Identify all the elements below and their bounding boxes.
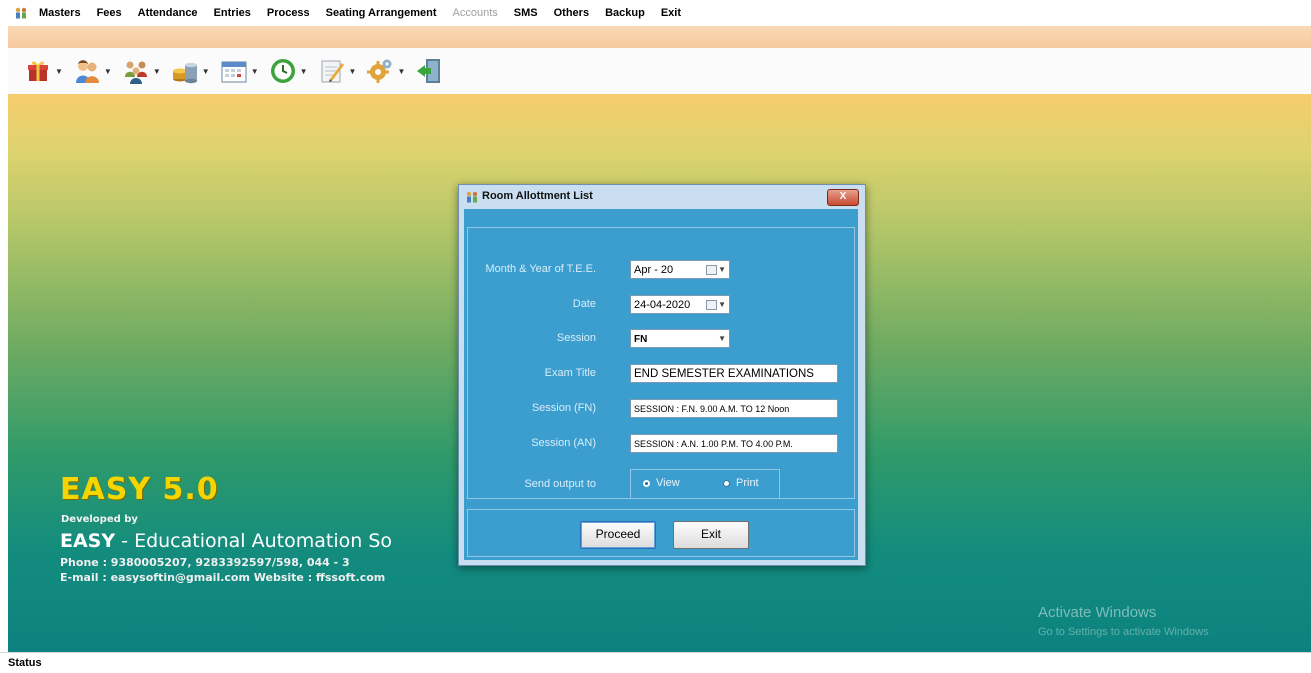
developed-by-label: Developed by bbox=[61, 514, 138, 525]
menu-attendance[interactable]: Attendance bbox=[130, 7, 206, 19]
output-radio-group: View Print bbox=[630, 469, 780, 499]
dialog-title: Room Allottment List bbox=[482, 190, 593, 202]
menu-masters[interactable]: Masters bbox=[31, 7, 89, 19]
dialog-button-group: Proceed Exit bbox=[467, 509, 855, 557]
exam-title-label: Exam Title bbox=[544, 367, 596, 379]
calendar-dropdown-icon[interactable]: ▼ bbox=[706, 298, 726, 311]
month-year-label: Month & Year of T.E.E. bbox=[485, 263, 596, 275]
toolbar-group-button[interactable]: ▼ bbox=[122, 57, 161, 85]
session-an-label: Session (AN) bbox=[531, 437, 596, 449]
chevron-down-icon[interactable]: ▼ bbox=[104, 67, 112, 76]
date-value: 24-04-2020 bbox=[634, 299, 691, 311]
menu-others[interactable]: Others bbox=[546, 7, 597, 19]
session-an-input[interactable]: SESSION : A.N. 1.00 P.M. TO 4.00 P.M. bbox=[630, 434, 838, 453]
chevron-down-icon[interactable]: ▼ bbox=[251, 67, 259, 76]
toolbar-clock-button[interactable]: ▼ bbox=[269, 57, 308, 85]
brand-name: EASY bbox=[60, 530, 116, 552]
gift-icon bbox=[28, 61, 48, 81]
brand-rest: - Educational Automation So bbox=[115, 530, 393, 552]
menu-backup[interactable]: Backup bbox=[597, 7, 653, 19]
menu-seating-arrangement[interactable]: Seating Arrangement bbox=[318, 7, 445, 19]
session-fn-label: Session (FN) bbox=[531, 402, 596, 414]
status-text: Status bbox=[8, 657, 42, 669]
menu-process[interactable]: Process bbox=[259, 7, 318, 19]
month-year-picker[interactable]: Apr - 20 ▼ bbox=[630, 260, 730, 279]
toolbar-users-button[interactable]: ▼ bbox=[73, 57, 112, 85]
email-website-text: E-mail : easysoftin@gmail.com Website : … bbox=[60, 571, 386, 584]
session-select[interactable]: FN ▼ bbox=[630, 329, 730, 348]
dialog-form-group: Month & Year of T.E.E. Apr - 20 ▼ Date 2… bbox=[467, 227, 855, 499]
toolbar-calendar-button[interactable]: ▼ bbox=[220, 57, 259, 85]
app-people-icon bbox=[15, 7, 27, 19]
date-label: Date bbox=[572, 298, 596, 310]
menu-bar: Masters Fees Attendance Entries Process … bbox=[0, 0, 1311, 26]
session-fn-input[interactable]: SESSION : F.N. 9.00 A.M. TO 12 Noon bbox=[630, 399, 838, 418]
close-icon: X bbox=[839, 191, 847, 202]
clock-icon bbox=[270, 59, 295, 83]
menu-entries[interactable]: Entries bbox=[206, 7, 259, 19]
radio-view[interactable]: View bbox=[643, 477, 680, 489]
chevron-down-icon[interactable]: ▼ bbox=[153, 67, 161, 76]
chevron-down-icon[interactable]: ▼ bbox=[55, 67, 63, 76]
chevron-down-icon[interactable]: ▼ bbox=[202, 67, 210, 76]
chevron-down-icon[interactable]: ▼ bbox=[300, 67, 308, 76]
people-icon bbox=[466, 191, 478, 203]
radio-selected-icon bbox=[643, 479, 650, 487]
radio-unselected-icon bbox=[723, 479, 730, 487]
toolbar-settings-button[interactable]: ▼ bbox=[366, 57, 405, 85]
phone-text: Phone : 9380005207, 9283392597/598, 044 … bbox=[60, 556, 350, 569]
activate-windows-subtext: Go to Settings to activate Windows bbox=[1038, 626, 1209, 638]
close-button[interactable]: X bbox=[827, 189, 859, 206]
menu-sms[interactable]: SMS bbox=[506, 7, 546, 19]
toolbar: ▼ ▼ ▼ ▼ ▼ ▼ ▼ ▼ bbox=[8, 48, 1311, 95]
radio-view-label: View bbox=[656, 477, 680, 489]
menu-accounts: Accounts bbox=[452, 7, 498, 19]
session-value: FN bbox=[634, 334, 648, 345]
calendar-icon bbox=[221, 61, 247, 83]
exam-title-input[interactable]: END SEMESTER EXAMINATIONS bbox=[630, 364, 838, 383]
brand-line: EASY - Educational Automation So bbox=[60, 530, 392, 552]
room-allotment-dialog: Room Allottment List X Month & Year of T… bbox=[458, 184, 866, 566]
notepad-icon bbox=[321, 60, 344, 83]
group-icon bbox=[124, 61, 147, 84]
proceed-button[interactable]: Proceed bbox=[580, 521, 656, 549]
status-bar: Status bbox=[0, 652, 1311, 673]
chevron-down-icon[interactable]: ▼ bbox=[397, 67, 405, 76]
header-band bbox=[8, 26, 1311, 48]
menu-fees[interactable]: Fees bbox=[89, 7, 130, 19]
send-output-label: Send output to bbox=[524, 478, 596, 490]
dialog-titlebar[interactable]: Room Allottment List X bbox=[459, 185, 865, 209]
toolbar-coins-button[interactable]: ▼ bbox=[171, 57, 210, 85]
exit-button[interactable]: Exit bbox=[673, 521, 749, 549]
toolbar-notepad-button[interactable]: ▼ bbox=[318, 57, 357, 85]
chevron-down-icon[interactable]: ▼ bbox=[718, 332, 726, 345]
coins-icon bbox=[172, 62, 197, 84]
brand-title: EASY 5.0 bbox=[60, 472, 219, 507]
toolbar-exit-button[interactable] bbox=[415, 57, 443, 85]
activate-windows-watermark: Activate Windows bbox=[1038, 604, 1157, 621]
month-year-value: Apr - 20 bbox=[634, 264, 674, 276]
settings-icon bbox=[367, 59, 392, 83]
menu-exit[interactable]: Exit bbox=[653, 7, 689, 19]
session-label: Session bbox=[556, 332, 596, 344]
radio-print[interactable]: Print bbox=[723, 477, 759, 489]
chevron-down-icon[interactable]: ▼ bbox=[349, 67, 357, 76]
date-picker[interactable]: 24-04-2020 ▼ bbox=[630, 295, 730, 314]
dialog-body: Month & Year of T.E.E. Apr - 20 ▼ Date 2… bbox=[464, 209, 858, 560]
exit-door-icon bbox=[417, 59, 441, 83]
radio-print-label: Print bbox=[736, 477, 759, 489]
toolbar-gift-button[interactable]: ▼ bbox=[24, 57, 63, 85]
users-icon bbox=[75, 60, 99, 83]
calendar-dropdown-icon[interactable]: ▼ bbox=[706, 263, 726, 276]
